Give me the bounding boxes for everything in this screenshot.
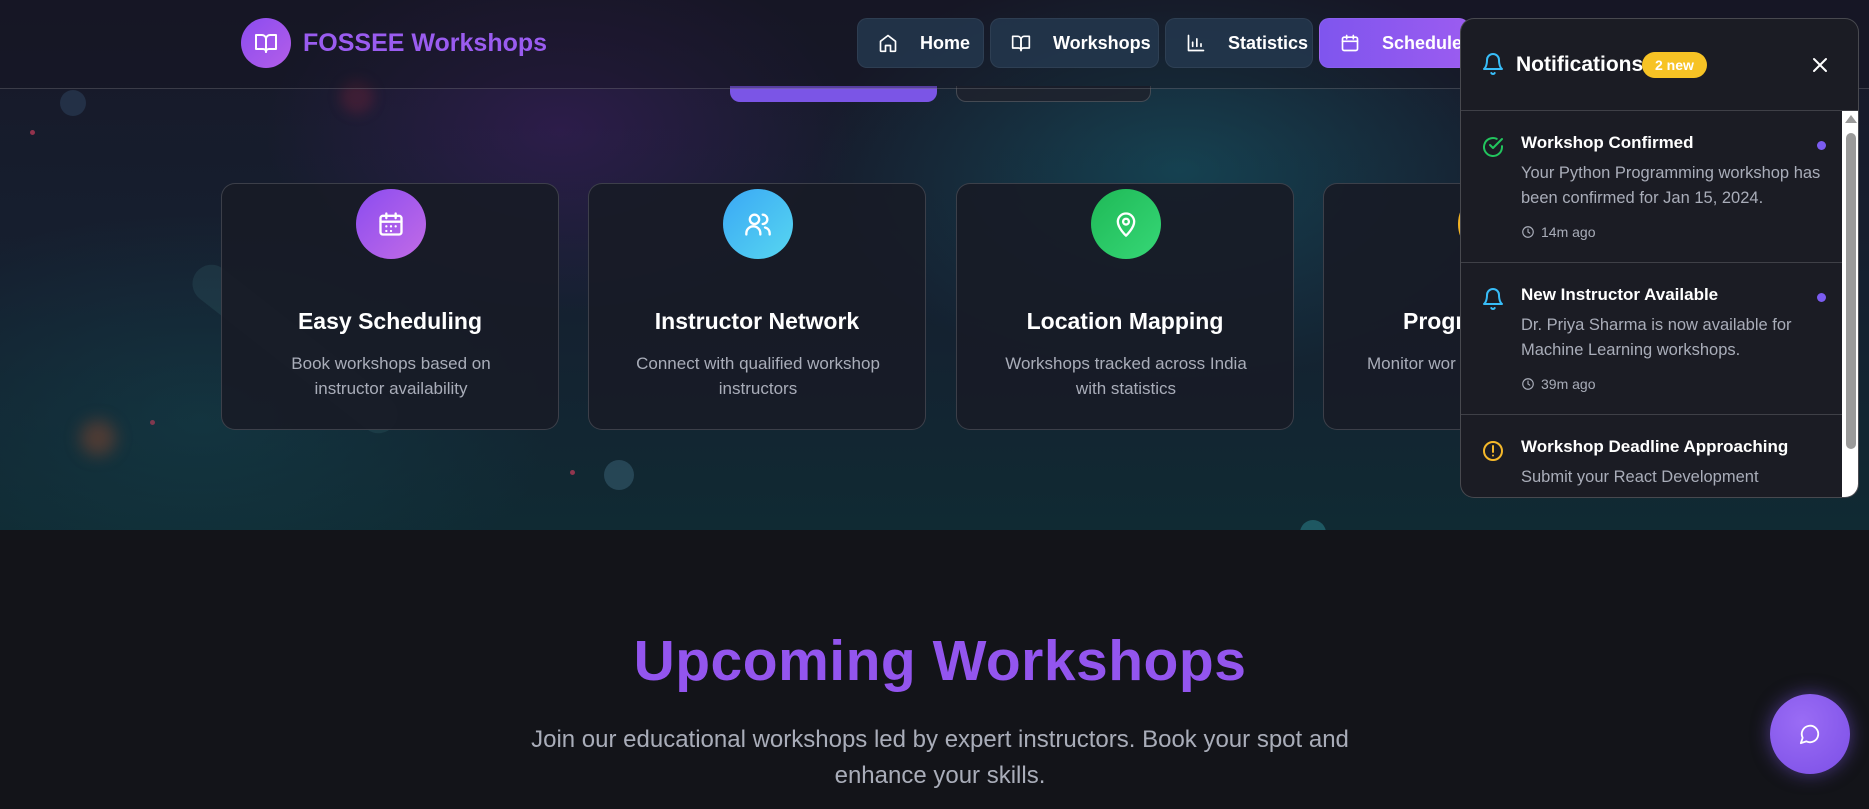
chat-bubble-icon — [1799, 724, 1820, 745]
chat-button[interactable] — [1770, 694, 1850, 774]
notification-body: Dr. Priya Sharma is now available for Ma… — [1521, 316, 1792, 359]
clock-icon — [1522, 226, 1534, 238]
notification-body: Submit your React Development — [1521, 468, 1759, 486]
notification-body: Your Python Programming workshop has bee… — [1521, 164, 1821, 207]
notification-item[interactable]: Workshop Deadline Approaching Submit you… — [1461, 415, 1842, 497]
nav-schedule[interactable]: Schedule — [1319, 18, 1469, 68]
alert-circle-icon — [1483, 441, 1503, 461]
brand[interactable]: FOSSEE Workshops — [241, 18, 547, 68]
check-circle-icon — [1483, 137, 1503, 157]
nav-home-label: Home — [920, 32, 971, 53]
nav-workshops[interactable]: Workshops — [990, 18, 1159, 68]
feature-description: Book workshops based on instructor avail… — [291, 354, 491, 398]
scroll-up-arrow[interactable] — [1845, 115, 1857, 123]
home-icon — [879, 34, 897, 53]
notifications-header: Notifications 2 new — [1461, 19, 1858, 111]
decor-dot — [30, 130, 35, 135]
feature-description: Workshops tracked across India with stat… — [1005, 354, 1247, 398]
notifications-title: Notifications — [1516, 53, 1644, 76]
notifications-scrollbar[interactable] — [1842, 111, 1858, 497]
feature-title: Easy Scheduling — [297, 308, 483, 334]
calendar-icon — [356, 189, 426, 259]
notification-title: New Instructor Available — [1521, 285, 1719, 304]
bell-icon — [1483, 53, 1503, 75]
decor-dot — [570, 470, 575, 475]
brand-name: FOSSEE Workshops — [303, 28, 548, 57]
bell-icon — [1483, 288, 1503, 310]
users-icon — [723, 189, 793, 259]
calendar-icon — [1341, 34, 1359, 52]
clock-icon — [1522, 378, 1534, 390]
feature-title: Instructor Network — [654, 308, 860, 334]
section-subtitle: Join our educational workshops led by ex… — [531, 726, 1349, 789]
feature-description: Connect with qualified workshop instruct… — [636, 354, 880, 398]
notification-time-label: 39m ago — [1541, 376, 1596, 392]
notification-time-label: 14m ago — [1541, 224, 1596, 240]
notification-item[interactable]: New Instructor Available Dr. Priya Sharm… — [1461, 263, 1842, 415]
bar-chart-icon — [1187, 34, 1205, 52]
feature-card-scheduling: Easy Scheduling Book workshops based on … — [221, 183, 559, 430]
decor-dot — [1300, 520, 1326, 530]
scroll-thumb[interactable] — [1846, 133, 1856, 449]
unread-dot — [1817, 141, 1826, 150]
notification-time: 14m ago — [1521, 224, 1595, 240]
decor-dot — [604, 460, 634, 490]
nav-statistics-label: Statistics — [1228, 32, 1309, 53]
notification-title: Workshop Deadline Approaching — [1521, 437, 1789, 456]
book-open-icon — [241, 18, 291, 68]
notification-time: 39m ago — [1521, 376, 1595, 392]
feature-card-location: Location Mapping Workshops tracked acros… — [956, 183, 1294, 430]
decor-dot — [60, 90, 86, 116]
nav-workshops-label: Workshops — [1053, 32, 1151, 53]
decor-dot — [80, 420, 116, 456]
close-icon[interactable] — [1808, 53, 1832, 77]
new-count-badge: 2 new — [1642, 52, 1707, 78]
nav-statistics[interactable]: Statistics — [1165, 18, 1313, 68]
section-title: Upcoming Workshops — [633, 629, 1247, 693]
notifications-panel: Notifications 2 new Workshop Confirmed Y… — [1460, 18, 1859, 498]
decor-dot — [150, 420, 155, 425]
nav-home[interactable]: Home — [857, 18, 984, 68]
feature-title: Location Mapping — [1026, 308, 1224, 334]
notification-title: Workshop Confirmed — [1521, 133, 1694, 152]
nav-schedule-label: Schedule — [1382, 32, 1463, 53]
feature-card-instructors: Instructor Network Connect with qualifie… — [588, 183, 926, 430]
notification-item[interactable]: Workshop Confirmed Your Python Programmi… — [1461, 111, 1842, 263]
book-open-icon — [1011, 35, 1031, 52]
unread-dot — [1817, 293, 1826, 302]
map-pin-icon — [1091, 189, 1161, 259]
